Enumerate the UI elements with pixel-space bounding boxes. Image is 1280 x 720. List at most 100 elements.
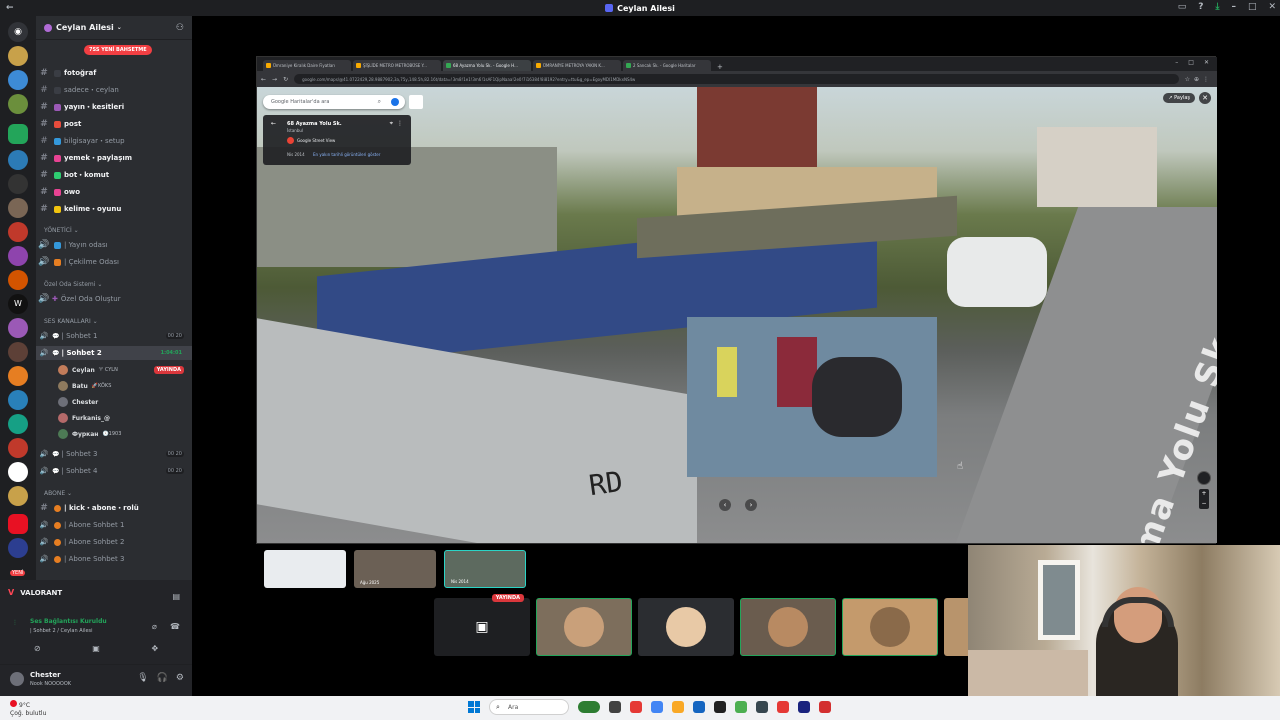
- server-icon[interactable]: [8, 366, 28, 386]
- headphones-icon[interactable]: 🎧: [157, 673, 168, 683]
- server-icon[interactable]: [8, 150, 28, 170]
- category-yonetici[interactable]: YÖNETİCİ ⌄: [44, 227, 79, 234]
- zoom-control[interactable]: + −: [1199, 489, 1209, 509]
- pin-icon[interactable]: ⌖: [390, 120, 393, 128]
- username[interactable]: Chester: [30, 671, 61, 679]
- abone-channel-item[interactable]: # | kick・abone・rolü: [36, 501, 192, 515]
- weather-widget[interactable]: 9°C Çoğ. bulutlu: [10, 700, 46, 718]
- download-icon[interactable]: ⤓: [1215, 2, 1219, 12]
- voice-connected-location[interactable]: | Sohbet 2 / Ceylan Ailesi: [30, 628, 93, 634]
- channel-item[interactable]: # bilgisayar・setup: [36, 134, 192, 148]
- noise-suppression-icon[interactable]: ⌀: [152, 622, 157, 631]
- start-button[interactable]: [468, 701, 480, 713]
- new-mentions-pill[interactable]: 7SS YENİ BAHSETME: [84, 45, 152, 55]
- taskbar-app-icon[interactable]: [609, 701, 621, 713]
- server-icon[interactable]: [8, 438, 28, 458]
- taskbar-app-icon[interactable]: [693, 701, 705, 713]
- share-button[interactable]: ↗ Paylaş: [1163, 93, 1195, 103]
- street-view-panorama[interactable]: Ayazma Yolu Sk. RD Google Haritalar'da a…: [257, 87, 1217, 543]
- taskbar-app-icon[interactable]: [777, 701, 789, 713]
- maximize-button[interactable]: □: [1248, 2, 1257, 12]
- server-icon[interactable]: [8, 46, 28, 66]
- search-icon[interactable]: ⌕: [378, 98, 381, 106]
- microphone-icon[interactable]: 🎙: [137, 673, 148, 683]
- server-icon[interactable]: [8, 390, 28, 410]
- browser-maximize-button[interactable]: □: [1188, 59, 1194, 66]
- close-button[interactable]: ✕: [1268, 2, 1276, 12]
- inbox-icon[interactable]: ▭: [1178, 2, 1187, 12]
- time-thumbnail[interactable]: Nis 2014: [444, 550, 526, 588]
- category-abone[interactable]: ABONE ⌄: [44, 490, 72, 497]
- reload-icon[interactable]: ↻: [283, 76, 288, 83]
- discord-home-icon[interactable]: ◉: [8, 22, 28, 42]
- arrow-left-icon[interactable]: ‹: [719, 499, 731, 511]
- nav-back-icon[interactable]: ←: [261, 76, 266, 83]
- browser-tab[interactable]: ŞİŞLİDE METRO METROBÜSE Y...: [353, 60, 441, 71]
- participant-tile[interactable]: [740, 598, 836, 656]
- server-header[interactable]: Ceylan Ailesi ⌄ ⚇: [36, 16, 192, 40]
- channel-item[interactable]: # post: [36, 117, 192, 131]
- activity-status[interactable]: V VALORANT: [8, 588, 62, 597]
- voice-channel-item[interactable]: 🔊 💬 | Sohbet 3 00 20: [36, 447, 192, 461]
- server-icon[interactable]: [8, 270, 28, 290]
- activity-settings-icon[interactable]: ▤: [172, 592, 180, 601]
- arrow-right-icon[interactable]: ›: [745, 499, 757, 511]
- server-icon[interactable]: W: [8, 294, 28, 314]
- taskbar-app-icon[interactable]: [672, 701, 684, 713]
- url-input[interactable]: google.com/maps/@41.0722429,28.9887902,3…: [294, 74, 1179, 84]
- server-icon[interactable]: [8, 486, 28, 506]
- server-icon[interactable]: [8, 462, 28, 482]
- abone-channel-item[interactable]: 🔊 | Abone Sohbet 1: [36, 518, 192, 532]
- channel-item[interactable]: # yayın・kesitleri: [36, 100, 192, 114]
- voice-user[interactable]: Фуркан 🕔1903: [58, 427, 192, 441]
- voice-user[interactable]: Batu 🚀KÖKS: [58, 379, 192, 393]
- voice-user[interactable]: Ceylan ♈ CYLN YAYINDA: [58, 363, 192, 377]
- browser-tab[interactable]: Ümraniye Kiralık Daire Fiyatları: [263, 60, 351, 71]
- taskbar-app-icon[interactable]: [714, 701, 726, 713]
- avatar[interactable]: [10, 672, 24, 686]
- server-icon[interactable]: [8, 198, 28, 218]
- participant-tile[interactable]: [842, 598, 938, 656]
- gear-icon[interactable]: ⚙: [176, 673, 184, 683]
- camera-off-icon[interactable]: ⊘: [34, 644, 41, 653]
- taskbar-app-icon[interactable]: [756, 701, 768, 713]
- channel-item[interactable]: # kelime・oyunu: [36, 202, 192, 216]
- channel-cekilme-odasi[interactable]: 🔊 | Çekilme Odası: [36, 255, 192, 269]
- maps-search-input[interactable]: Google Haritalar'da ara ⌕: [263, 95, 405, 109]
- participant-tile[interactable]: [536, 598, 632, 656]
- server-icon[interactable]: [8, 342, 28, 362]
- close-street-view-button[interactable]: ✕: [1199, 92, 1211, 104]
- abone-channel-item[interactable]: 🔊 | Abone Sohbet 3: [36, 552, 192, 566]
- voice-user[interactable]: Chester: [58, 395, 192, 409]
- back-arrow-icon[interactable]: ←: [271, 120, 276, 127]
- server-icon[interactable]: [8, 538, 28, 558]
- category-ses-kanallari[interactable]: SES KANALLARI ⌄: [44, 318, 98, 325]
- extensions-icon[interactable]: ☆⊕⋮: [1185, 76, 1213, 83]
- voice-channel-item[interactable]: 🔊 💬 | Sohbet 1 00 20: [36, 329, 192, 343]
- browser-close-button[interactable]: ✕: [1204, 59, 1209, 66]
- taskbar-app-icon[interactable]: [630, 701, 642, 713]
- compass-icon[interactable]: [1197, 471, 1211, 485]
- time-thumbnail[interactable]: Ağu 2025: [354, 550, 436, 588]
- voice-connected-status[interactable]: Ses Bağlantısı Kuruldu: [30, 618, 107, 625]
- channel-item[interactable]: # yemek・paylaşım: [36, 151, 192, 165]
- channel-item[interactable]: # sadece・ceylan: [36, 83, 192, 97]
- channel-ozel-oda-olustur[interactable]: 🔊 ✚ Özel Oda Oluştur: [36, 292, 192, 306]
- voice-channel-item[interactable]: 🔊 💬 | Sohbet 2 1:04:01: [36, 346, 192, 360]
- browser-tab[interactable]: 68 Ayazma Yolu Sk. - Google H...: [443, 60, 531, 71]
- activities-icon[interactable]: ✥: [151, 644, 158, 653]
- channel-item[interactable]: # fotoğraf: [36, 66, 192, 80]
- taskbar-app-icon[interactable]: [819, 701, 831, 713]
- browser-tab[interactable]: 2 Sancak Sk. - Google Haritalar: [623, 60, 711, 71]
- layers-button[interactable]: [409, 95, 423, 109]
- directions-icon[interactable]: [391, 98, 399, 106]
- see-latest-link[interactable]: En yakın tarihli görüntüleri göster: [313, 152, 380, 157]
- nav-forward-icon[interactable]: →: [272, 76, 277, 83]
- taskbar-app-icon[interactable]: [651, 701, 663, 713]
- taskbar-app-icon[interactable]: [735, 701, 747, 713]
- browser-minimize-button[interactable]: –: [1175, 59, 1178, 66]
- help-icon[interactable]: ?: [1198, 2, 1203, 12]
- server-icon[interactable]: [8, 124, 28, 144]
- server-icon[interactable]: [8, 70, 28, 90]
- taskbar-app-icon[interactable]: [578, 701, 600, 713]
